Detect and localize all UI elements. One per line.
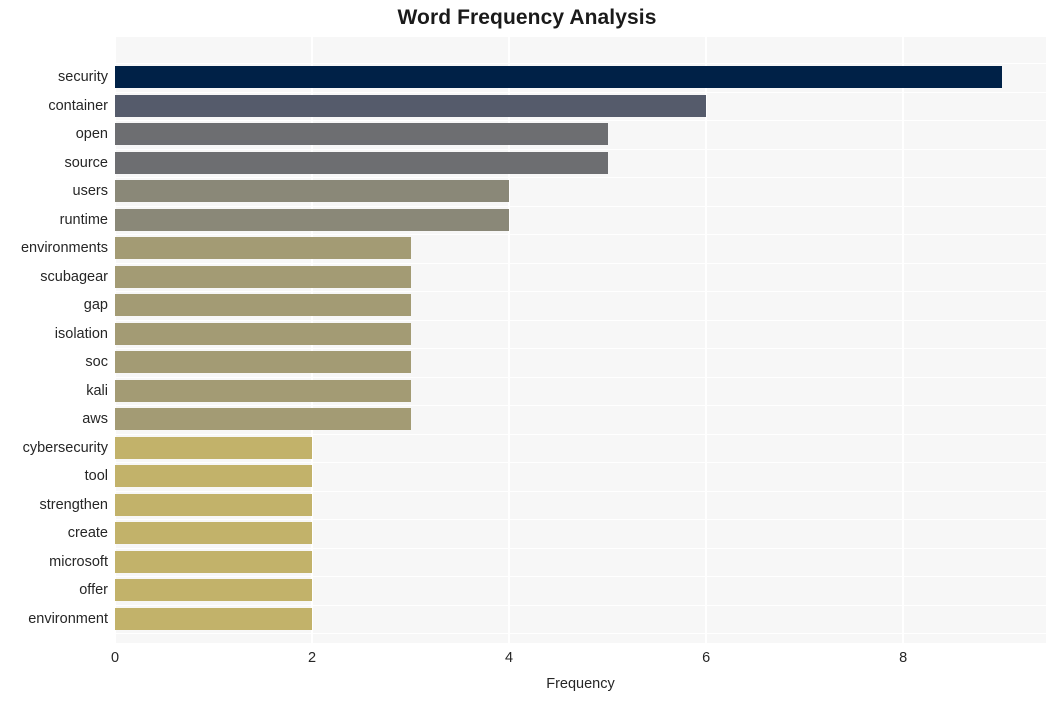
y-axis-tick-label: isolation [54,325,108,342]
x-axis-label: Frequency [546,676,615,692]
bar [115,208,510,231]
gridline-horizontal [115,633,1046,635]
bar [115,465,313,487]
bar [115,379,411,402]
bar [115,265,411,288]
y-axis-tick-label: soc [85,353,108,370]
gridline-horizontal [115,63,1046,65]
y-axis-tick-label: scubagear [40,268,108,285]
bar [115,408,411,430]
gridline-horizontal [115,405,1046,407]
gridline-horizontal [115,348,1046,350]
gridline-horizontal [115,376,1046,378]
gridline-vertical [705,37,707,643]
bar [115,351,411,373]
y-axis-tick-label: offer [79,581,108,598]
bar [115,94,707,117]
y-axis-tick-label: kali [86,382,108,399]
plot-area [115,37,1046,643]
gridline-horizontal [115,177,1046,179]
y-axis-tick-label: gap [83,296,108,313]
y-axis-tick-label: create [67,524,108,541]
bar [115,123,608,145]
x-axis-tick-label: 4 [505,650,514,666]
gridline-horizontal [115,234,1046,236]
gridline-horizontal [115,433,1046,435]
gridline-horizontal [115,319,1046,321]
bar [115,66,1002,88]
gridline-horizontal [115,519,1046,521]
y-axis-tick-label: source [64,154,108,171]
bar [115,607,313,630]
x-axis-tick-label: 8 [899,650,908,666]
gridline-horizontal [115,91,1046,93]
gridline-horizontal [115,490,1046,492]
y-axis-tick-label: runtime [59,211,108,228]
chart-title: Word Frequency Analysis [397,6,657,29]
y-axis-tick-label: security [58,68,108,85]
y-axis-tick-label: open [75,125,108,142]
y-axis-tick-label: microsoft [49,553,108,570]
bar [115,294,411,316]
gridline-horizontal [115,205,1046,207]
bar [115,550,313,573]
bar [115,579,313,601]
y-axis-tick-label: cybersecurity [22,439,108,456]
y-axis-tick-label: environment [28,610,108,627]
bar [115,493,313,516]
y-axis-tick-label: container [48,97,108,114]
bar [115,436,313,459]
bar [115,237,411,259]
y-axis-tick-labels: security container open source users runtime e… [0,37,108,643]
y-axis-tick-label: users [72,182,108,199]
bar [115,522,313,544]
gridline-vertical [902,37,904,643]
gridline-horizontal [115,291,1046,293]
x-axis-tick-label: 6 [702,650,711,666]
gridline-horizontal [115,262,1046,264]
bar [115,180,510,202]
chart-figure: Word Frequency Analysis security containe… [0,0,1054,701]
y-axis-tick-label: aws [82,410,108,427]
x-axis-tick-labels: 0 2 4 6 8 [111,650,1046,672]
gridline-horizontal [115,462,1046,464]
x-axis-tick-label: 2 [307,650,317,666]
gridline-horizontal [115,547,1046,549]
bar [115,151,608,174]
gridline-horizontal [115,604,1046,606]
bar [115,322,411,345]
y-axis-tick-label: tool [84,467,108,484]
gridline-horizontal [115,120,1046,122]
x-axis-tick-label: 0 [110,650,120,666]
gridline-horizontal [115,576,1046,578]
y-axis-tick-label: environments [20,239,108,256]
y-axis-tick-label: strengthen [39,496,108,513]
gridline-horizontal [115,148,1046,150]
